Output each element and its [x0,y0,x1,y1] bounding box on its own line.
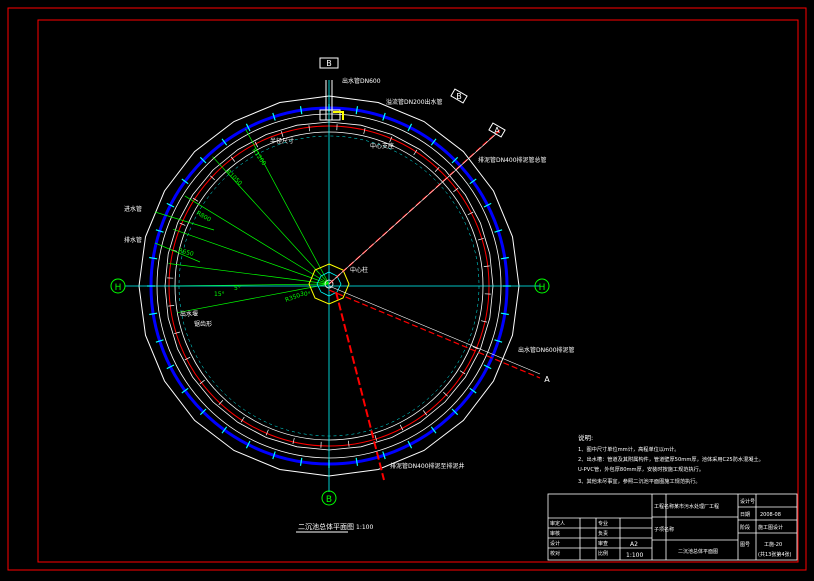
angle-dim-1: 5° [234,285,241,292]
svg-text:A: A [544,375,550,384]
svg-text:B: B [456,92,462,101]
angle-dim-3: 30° [300,291,311,298]
radial-dim-line [168,263,330,285]
sheet-border-outer [7,7,807,571]
svg-text:1、图中尺寸单位mm计，高程单位以m计。: 1、图中尺寸单位mm计，高程单位以m计。 [578,445,679,453]
tb-sheet-sub: (共13张第4张) [758,551,791,558]
weir-tick [174,331,181,335]
tb-size: A2 [630,541,638,548]
tb-stage: 施工图设计 [758,524,783,531]
weir-tick [363,128,366,134]
tb-drawing-name: 二沉池总体平面图 [678,548,718,555]
section-marker-a2: A [544,375,550,384]
tb-no-label: 设计号 [740,498,755,505]
ring-tick [355,106,359,115]
radial-dim-2: R1050 [225,168,244,187]
label-inlet-pipe: 出水管DN600 [342,77,381,85]
tb-role2-1: 专业 [598,520,608,527]
angle-dim-2: 15° [214,291,225,298]
tb-project-label: 工程名称 [654,503,674,510]
tb-role-1: 审定人 [550,520,565,527]
weir-tick [481,320,487,323]
tb-stage-label: 阶段 [740,524,750,531]
drawing-title: 二沉池总体平面图 [298,522,354,531]
weir-tick [168,305,175,307]
tb-role2-4: 比例 [598,550,608,557]
axis-bubble-left: H [110,278,126,294]
pipe-to-section-a2 [328,289,541,379]
label-center: 中心柱 [350,266,368,274]
weir-tick [280,131,284,138]
tb-role2-2: 负责 [598,530,608,537]
ring-tick [299,457,303,466]
tb-no-value: 2008-08 [760,512,781,518]
label-radius-note: 半径尺寸 [270,137,294,145]
radial-dim-line [172,228,330,285]
label-pipe-right: 出水管DN600排泥管 [518,346,575,354]
label-pipe-left1: 进水管 [124,205,142,213]
svg-text:H: H [115,283,122,293]
axis-bubble-top: B [319,57,339,69]
svg-text:B: B [326,59,332,68]
svg-text:3、其他未尽事宜，参照二沉池平面图施工规范执行。: 3、其他未尽事宜，参照二沉池平面图施工规范执行。 [578,477,701,485]
weir-tick [374,434,378,441]
weir-tick [308,125,310,132]
radial-dim-3: R800 [195,210,212,224]
pipe-to-section-a2-cl [328,285,541,375]
tb-role-2: 审核 [550,530,560,537]
tb-sheet: 工施-20 [764,541,782,548]
radial-dim-1: R1200 [250,147,267,167]
label-angle-note: 出水堰 [180,310,198,318]
drawing-scale: 1:100 [356,524,373,531]
section-marker-b: B [450,88,468,104]
tb-project: 某市污水处理厂工程 [674,503,719,510]
radial-dim-line [177,283,330,314]
svg-text:H: H [539,283,546,293]
ring-tick [149,256,158,260]
label-pipe-left2: 排水管 [124,236,142,244]
ring-tick [500,256,509,260]
tb-role2-3: 审查 [598,540,608,547]
radial-dimension-lines [154,128,330,314]
radial-dim-5: R350 [284,292,301,304]
tb-sheet-label: 图号 [740,542,750,548]
label-outlet-pipe: 溢流管DN200出水管 [386,98,443,106]
notes-block: 说明: 1、图中尺寸单位mm计，高程单位以m计。 2、出水槽：管道及其附属构件，… [578,433,764,485]
weir-tick [292,438,295,444]
svg-text:U-PVC管，外包厚80mm厚，安装时按施工规范执行。: U-PVC管，外包厚80mm厚，安装时按施工规范执行。 [578,465,704,473]
axis-bubble-bottom: B [321,490,337,506]
tb-sub-label: 子项名称 [654,526,674,533]
ring-tick [299,106,303,115]
label-pipe-bottom: 排泥管DN400排泥至排泥井 [390,462,465,470]
tb-role-3: 设计 [550,540,560,547]
tb-scale: 1:100 [626,552,643,559]
ring-tick [355,457,359,466]
weir-tick [483,265,490,267]
ring-tick [500,312,509,316]
label-bearing: 中心支座 [370,142,394,150]
pipe-bottom-sludge [335,291,385,481]
svg-text:B: B [326,495,332,505]
outlet-weir [333,111,344,120]
label-side-note: 锯齿形 [194,320,212,328]
svg-text:A: A [494,126,500,135]
weir-tick [477,237,484,241]
tb-date-label: 日期 [740,512,750,518]
tb-role-4: 校对 [550,550,560,557]
svg-text:2、出水槽：管道及其附属构件，管道壁厚50mm厚，池体采用C: 2、出水槽：管道及其附属构件，管道壁厚50mm厚，池体采用C25防水混凝土。 [578,455,764,463]
cad-drawing-canvas: H H B B B A A 出水管DN600 溢流管DN200出水管 排泥管DN… [7,7,807,571]
section-marker-a1: A [488,122,506,138]
radial-dim-line [184,195,330,285]
label-pipe-a: 排泥管DN400排泥管总管 [478,156,547,164]
weir-tick [348,440,350,447]
svg-text:说明:: 说明: [578,433,593,442]
ring-tick [149,312,158,316]
